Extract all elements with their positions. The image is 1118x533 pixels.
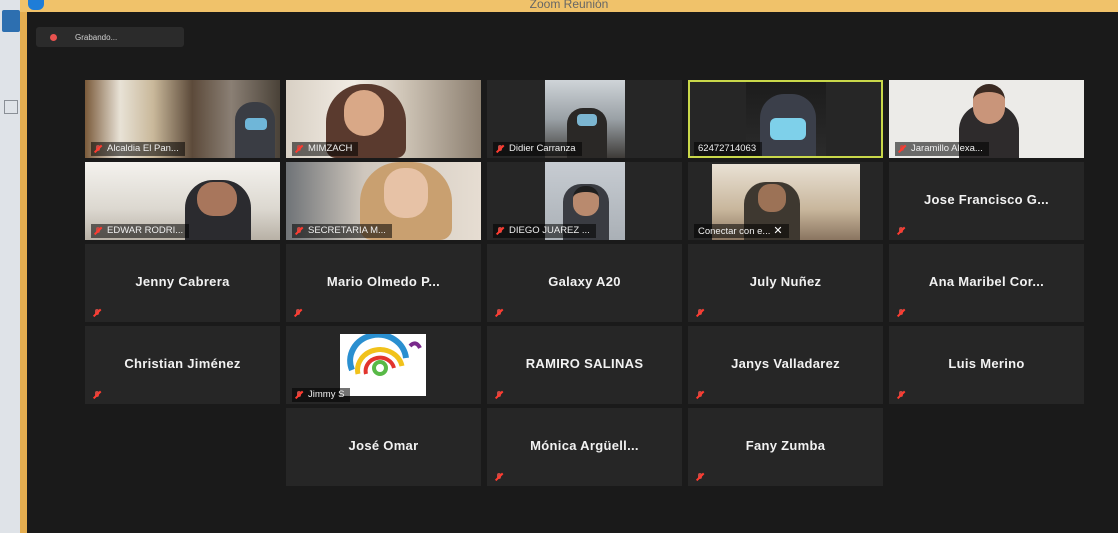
face xyxy=(384,168,428,218)
participant-tile[interactable]: Mario Olmedo P... xyxy=(286,244,481,322)
participant-tile[interactable]: Jenny Cabrera xyxy=(85,244,280,322)
participant-name: EDWAR RODRI... xyxy=(91,224,190,238)
participant-tile[interactable]: Mónica Argüell... xyxy=(487,408,682,486)
participant-tile[interactable]: Luis Merino xyxy=(889,326,1084,404)
participant-tile[interactable]: Fany Zumba xyxy=(688,408,883,486)
face-mask xyxy=(770,118,806,140)
participant-name: Christian Jiménez xyxy=(124,356,241,371)
participant-name: 62472714063 xyxy=(694,142,763,156)
close-icon[interactable]: ✕ xyxy=(773,225,782,237)
mic-muted-icon xyxy=(495,309,503,317)
participant-name: Jimmy S xyxy=(292,388,351,402)
recording-label: Grabando... xyxy=(75,32,118,42)
zoom-app-icon xyxy=(28,0,44,10)
participant-tile[interactable]: Galaxy A20 xyxy=(487,244,682,322)
participant-name: Luis Merino xyxy=(948,356,1025,371)
participant-tile[interactable]: Christian Jiménez xyxy=(85,326,280,404)
participant-tile[interactable]: July Nuñez xyxy=(688,244,883,322)
mic-muted-icon xyxy=(696,309,704,317)
desktop-icon xyxy=(4,100,18,114)
face xyxy=(573,186,599,216)
participant-tile[interactable]: RAMIRO SALINAS xyxy=(487,326,682,404)
mic-muted-icon xyxy=(94,145,102,153)
participant-tile[interactable]: Alcaldia El Pan... xyxy=(85,80,280,158)
mic-muted-icon xyxy=(295,391,303,399)
mic-muted-icon xyxy=(496,227,504,235)
participant-avatar-logo xyxy=(340,334,426,396)
mic-muted-icon xyxy=(295,145,303,153)
participant-name: Mónica Argüell... xyxy=(530,438,639,453)
participant-name: Conectar con e... ✕ xyxy=(694,224,789,238)
participant-name: José Omar xyxy=(348,438,419,453)
participant-tile[interactable]: DIEGO JUAREZ ... xyxy=(487,162,682,240)
mic-muted-icon xyxy=(294,309,302,317)
face xyxy=(973,84,1005,124)
face xyxy=(758,184,786,212)
mic-muted-icon xyxy=(295,227,303,235)
mic-muted-icon xyxy=(94,227,102,235)
mic-muted-icon xyxy=(897,227,905,235)
participant-tile[interactable]: Jose Francisco G... xyxy=(889,162,1084,240)
participant-name: Janys Valladarez xyxy=(731,356,840,371)
participant-name: Jose Francisco G... xyxy=(924,192,1049,207)
participant-name: MIMZACH xyxy=(292,142,359,156)
mic-muted-icon xyxy=(93,309,101,317)
swirl-logo-icon xyxy=(347,334,422,376)
participant-tile[interactable]: EDWAR RODRI... xyxy=(85,162,280,240)
face-mask xyxy=(577,114,597,126)
participant-tile[interactable]: Didier Carranza xyxy=(487,80,682,158)
face xyxy=(344,90,384,136)
participant-name: Fany Zumba xyxy=(745,438,826,453)
participant-tile[interactable]: MIMZACH xyxy=(286,80,481,158)
participant-name: SECRETARIA M... xyxy=(292,224,392,238)
participant-tile[interactable]: Jimmy S xyxy=(286,326,481,404)
recording-dot-icon xyxy=(50,33,57,41)
participant-name: RAMIRO SALINAS xyxy=(525,356,644,371)
participant-name: Mario Olmedo P... xyxy=(326,274,441,289)
participant-name: Jenny Cabrera xyxy=(135,274,230,289)
participant-name: Didier Carranza xyxy=(493,142,582,156)
mic-muted-icon xyxy=(495,391,503,399)
participant-name: Alcaldia El Pan... xyxy=(91,142,185,156)
participant-tile-active-speaker[interactable]: 62472714063 xyxy=(688,80,883,158)
participant-tile[interactable]: José Omar xyxy=(286,408,481,486)
window-title: Zoom Reunión xyxy=(529,0,609,11)
screen: Zoom Reunión Grabando... Alcaldia El Pan… xyxy=(0,0,1118,533)
participant-name: Galaxy A20 xyxy=(548,274,621,289)
participant-tile[interactable]: SECRETARIA M... xyxy=(286,162,481,240)
mic-muted-icon xyxy=(696,391,704,399)
mic-muted-icon xyxy=(898,145,906,153)
mic-muted-icon xyxy=(897,309,905,317)
mic-muted-icon xyxy=(93,391,101,399)
mic-muted-icon xyxy=(495,473,503,481)
participant-tile[interactable]: Janys Valladarez xyxy=(688,326,883,404)
participant-name: July Nuñez xyxy=(749,274,822,289)
window-border xyxy=(20,0,27,533)
participant-name: DIEGO JUAREZ ... xyxy=(493,224,596,238)
mic-muted-icon xyxy=(496,145,504,153)
participant-name: Jaramillo Alexa... xyxy=(895,142,989,156)
participant-tile[interactable]: Conectar con e... ✕ xyxy=(688,162,883,240)
mic-muted-icon xyxy=(696,473,704,481)
mic-muted-icon xyxy=(897,391,905,399)
window-titlebar[interactable]: Zoom Reunión xyxy=(20,0,1118,12)
person-silhouette xyxy=(235,102,275,158)
face-mask xyxy=(245,118,267,130)
face xyxy=(197,182,237,216)
gallery-view: Alcaldia El Pan... MIMZACH Didier Carran… xyxy=(85,80,1085,486)
recording-indicator[interactable]: Grabando... xyxy=(36,27,184,47)
participant-tile[interactable]: Jaramillo Alexa... xyxy=(889,80,1084,158)
participant-name: Ana Maribel Cor... xyxy=(928,274,1045,289)
app-icon[interactable] xyxy=(2,10,20,32)
participant-tile[interactable]: Ana Maribel Cor... xyxy=(889,244,1084,322)
